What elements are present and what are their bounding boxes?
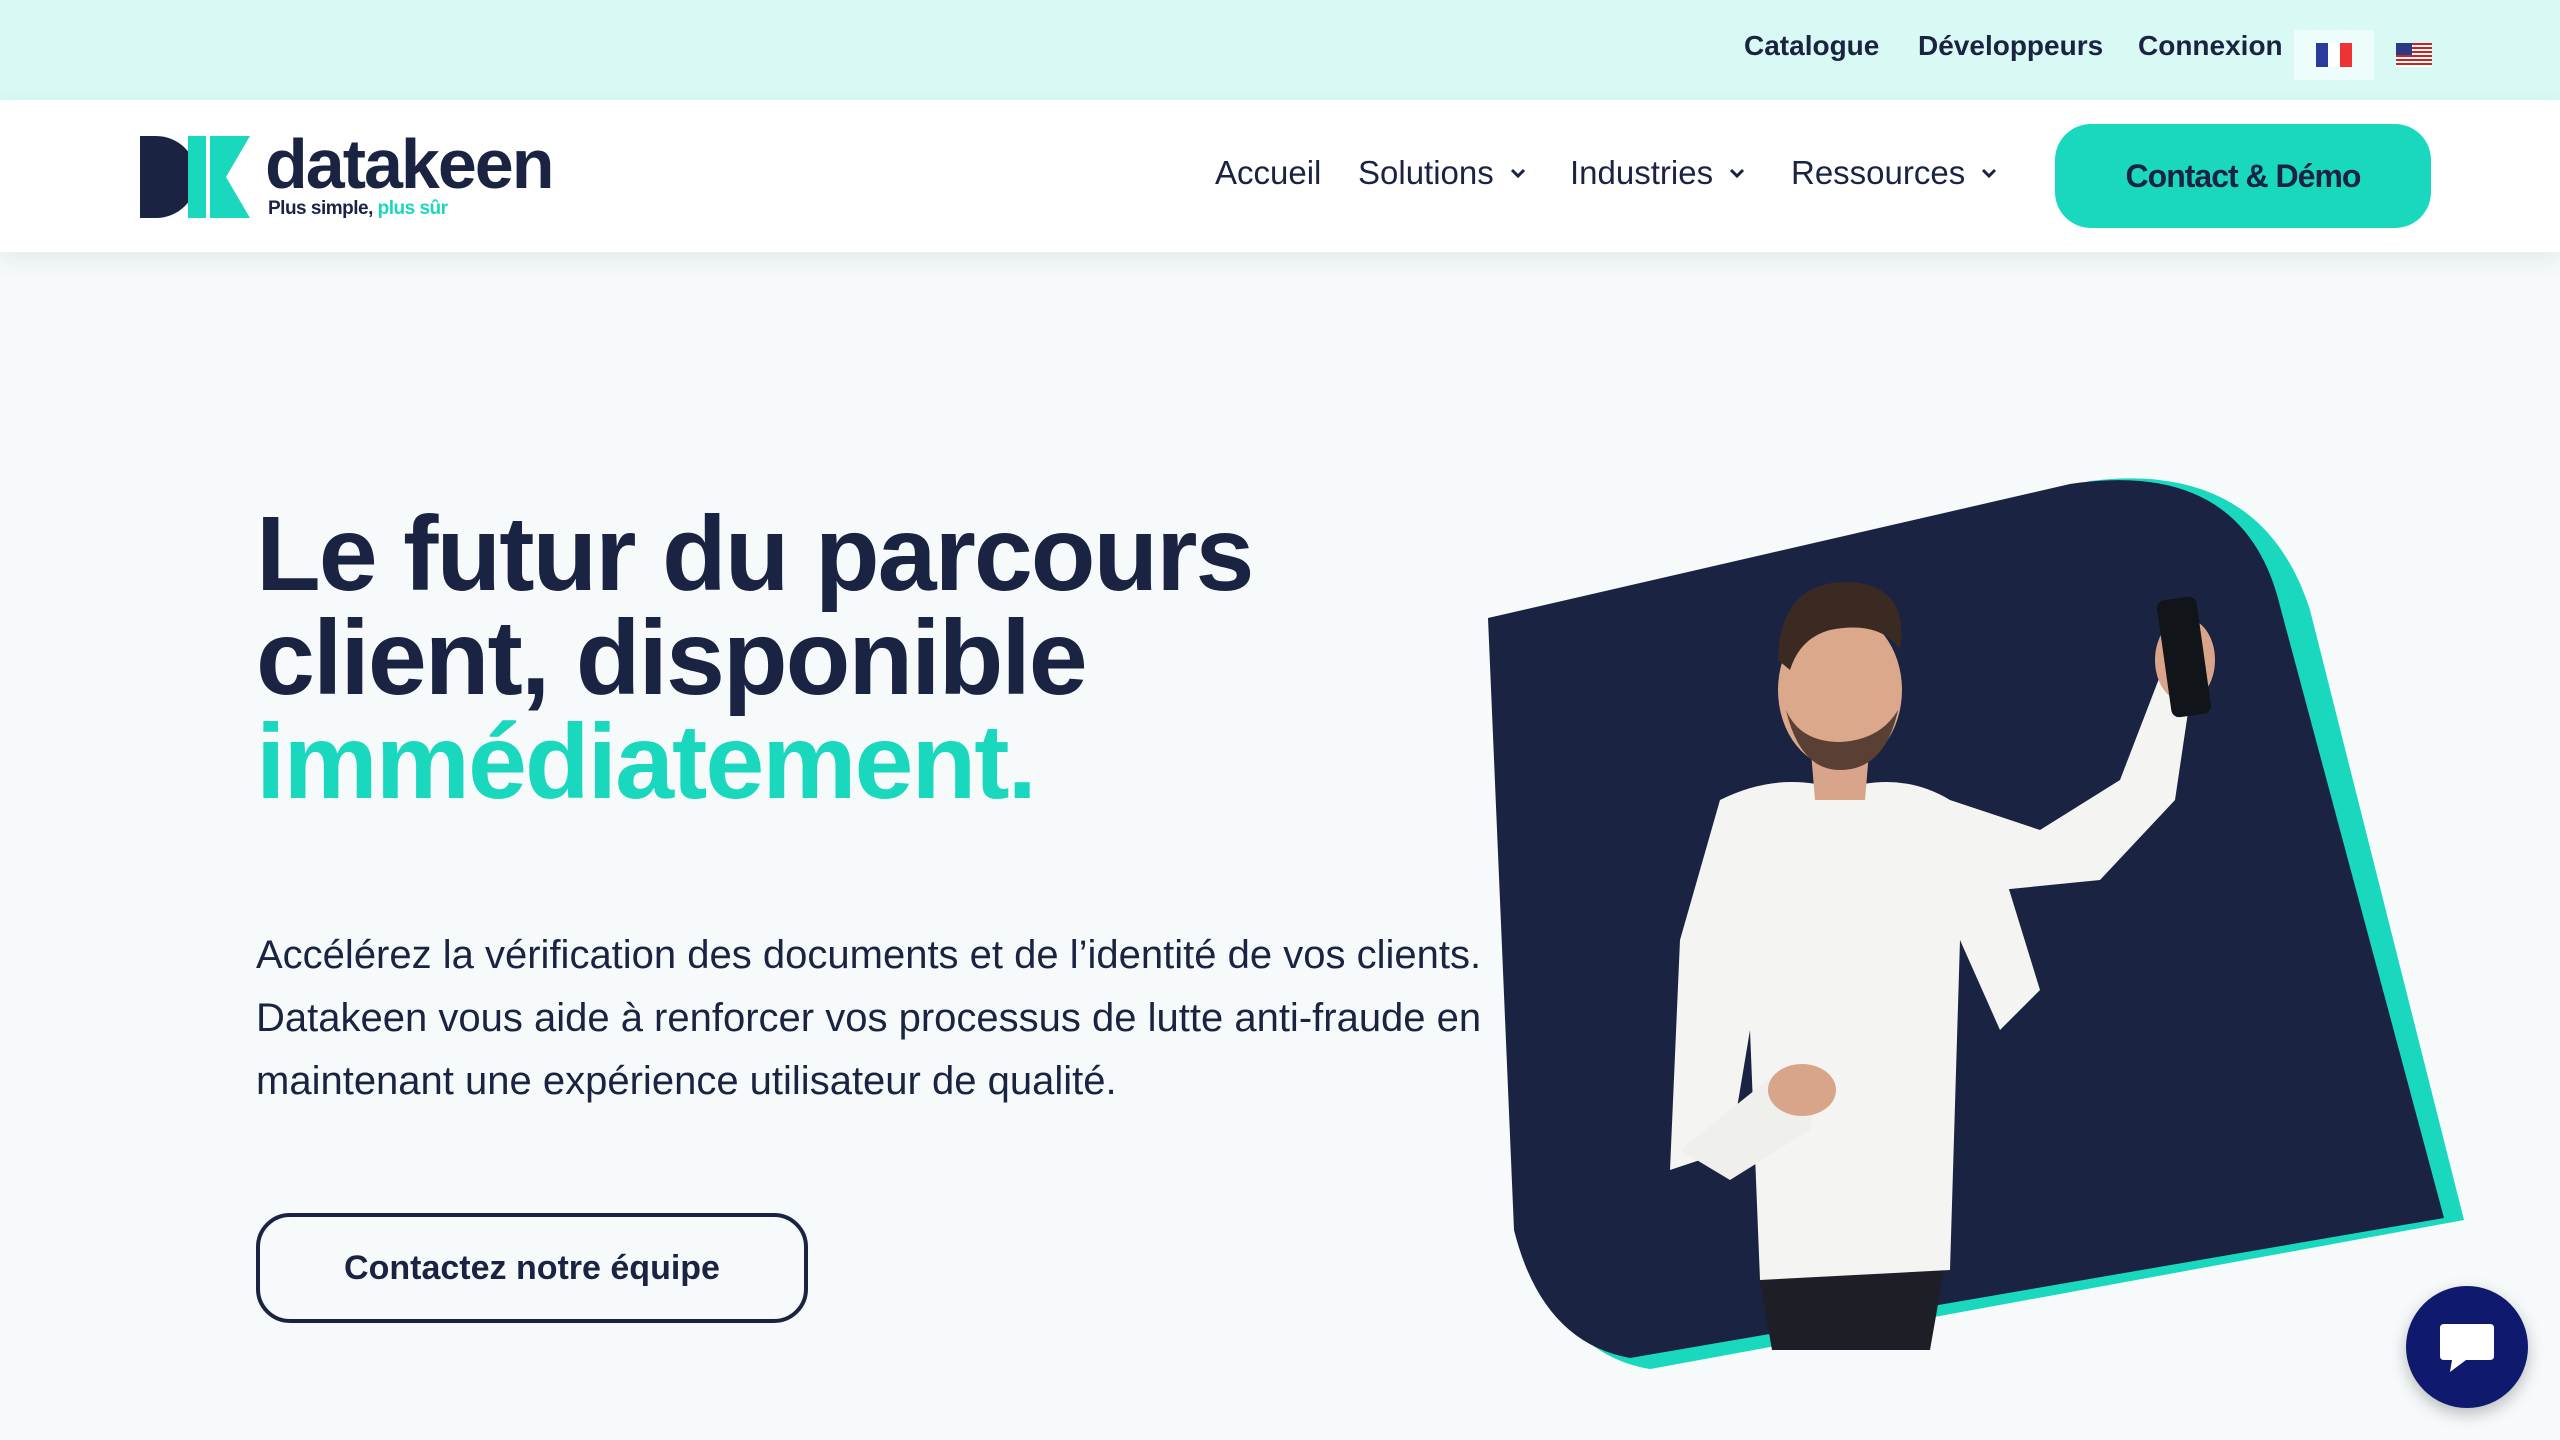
datakeen-logo[interactable]: datakeen Plus simple, plus sûr	[140, 125, 560, 226]
chevron-down-icon	[1510, 168, 1525, 179]
hero-title: Le futur du parcours client, disponible …	[256, 501, 1456, 821]
hero-title-line1: Le futur du parcours	[256, 495, 1255, 613]
contact-team-button[interactable]: Contactez notre équipe	[256, 1213, 808, 1323]
logo-mark-icon	[140, 136, 250, 218]
nav-industries[interactable]: Industries	[1570, 154, 1747, 192]
logo-wordmark: datakeen	[265, 125, 554, 203]
language-switcher	[2294, 30, 2432, 80]
chevron-down-icon	[1982, 168, 1997, 179]
contact-demo-button[interactable]: Contact & Démo	[2055, 124, 2431, 228]
hero-title-line2: client, disponible	[256, 599, 1088, 717]
fr-flag-icon[interactable]	[2294, 30, 2374, 80]
connexion-link[interactable]: Connexion	[2138, 30, 2283, 62]
developpeurs-link[interactable]: Développeurs	[1918, 30, 2103, 62]
nav-accueil[interactable]: Accueil	[1215, 154, 1321, 192]
main-header: datakeen Plus simple, plus sûr Accueil S…	[0, 100, 2560, 252]
logo-tagline: Plus simple, plus sûr	[268, 198, 448, 219]
us-flag-icon[interactable]	[2374, 30, 2454, 80]
hero-title-accent: immédiatement.	[256, 703, 1037, 821]
nav-ressources[interactable]: Ressources	[1791, 154, 1999, 192]
chat-bubble-icon	[2440, 1324, 2494, 1372]
top-utility-bar: Catalogue Développeurs Connexion	[0, 0, 2560, 100]
hero-image	[1488, 478, 2464, 1370]
nav-solutions[interactable]: Solutions	[1358, 154, 1528, 192]
chevron-down-icon	[1730, 168, 1745, 179]
hero-description: Accélérez la vérification des documents …	[256, 933, 1482, 1103]
catalogue-link[interactable]: Catalogue	[1744, 30, 1879, 62]
chat-button[interactable]	[2406, 1286, 2528, 1408]
